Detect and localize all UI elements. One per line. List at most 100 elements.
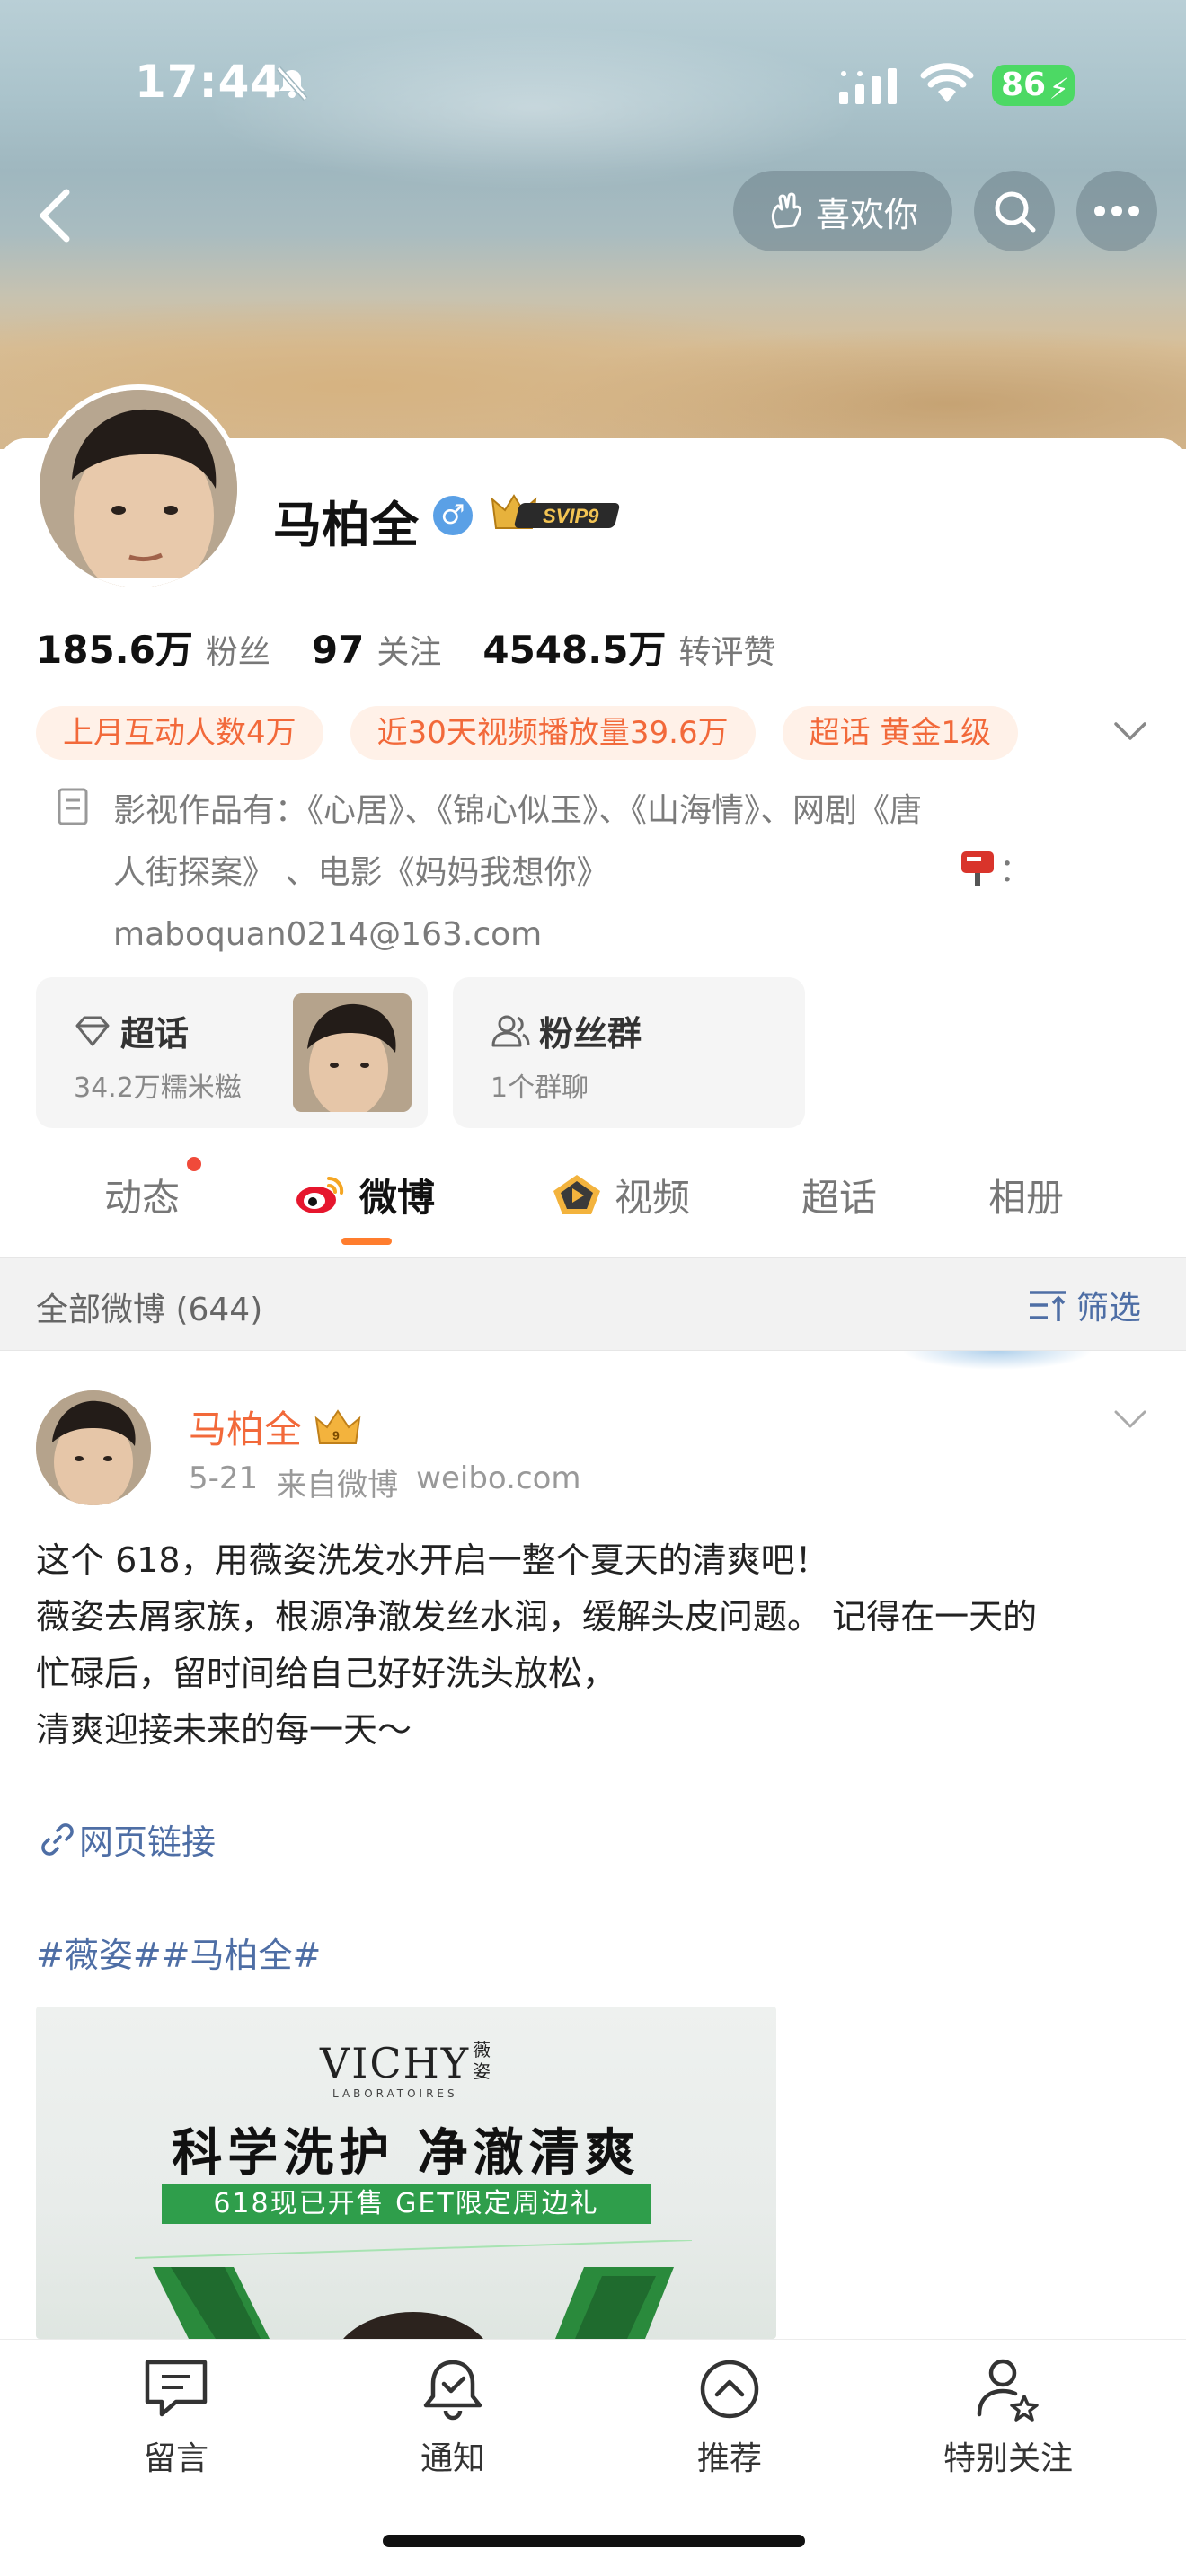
wifi-icon [920,63,974,102]
more-dots-icon [1094,206,1139,216]
avatar-photo [36,1390,151,1505]
stat-label: 关注 [376,634,442,671]
post-hashtags[interactable]: #薇姿##马柏全# [36,1928,321,1977]
super-topic-title: 超话 [74,1006,189,1055]
status-bar: 17:44 86 ⚡ [0,0,1186,171]
fan-group-title: 粉丝群 [491,1006,642,1055]
tag-video-plays[interactable]: 近30天视频播放量39.6万 [350,706,756,760]
tab-video[interactable]: 视频 [552,1159,690,1231]
post-author[interactable]: 马柏全 9 [189,1399,363,1454]
svip-badge[interactable]: SVIP9 [487,490,629,537]
video-play-icon [553,1175,600,1214]
stat-number: 4548.5万 [482,628,667,672]
bio-line: 影视作品有：《心居》、《锦心似玉》、《山海情》、网剧《唐 [113,792,923,829]
post-meta: 5-21 来自微博 weibo.com [189,1460,581,1504]
mailbox-icon [961,851,994,886]
message-bubble-icon [145,2360,208,2417]
filter-icon [1030,1291,1066,1321]
tab-super-topic[interactable]: 超话 [801,1159,877,1231]
chevron-down-icon[interactable] [1111,1403,1150,1435]
cloud-decoration [863,1351,1132,1405]
arrow-up-circle-icon [700,2360,759,2419]
bell-off-icon [276,66,308,101]
tab-album[interactable]: 相册 [988,1159,1064,1231]
nav-label: 特别关注 [943,2440,1073,2477]
svg-text:9: 9 [332,1428,340,1442]
web-link-label: 网页链接 [79,1822,217,1862]
like-you-label: 喜欢你 [815,194,918,234]
nav-special-follow[interactable]: 特别关注 [918,2353,1098,2479]
filter-button[interactable]: 筛选 [1028,1282,1141,1328]
search-icon [995,191,1036,233]
all-posts-count: 全部微博 (644) [36,1292,263,1328]
weibo-logo-icon [296,1176,344,1213]
group-users-icon [491,1015,530,1046]
like-you-button[interactable]: 喜欢你 [733,171,952,251]
profile-stats: 185.6万 粉丝 97 关注 4548.5万 转评赞 [36,620,775,675]
chevron-down-icon[interactable] [1111,715,1150,747]
stat-label: 转评赞 [678,634,776,671]
vichy-chinese-logo: 薇姿 [473,2039,491,2082]
vichy-subtitle: LABORATOIRES [332,2087,458,2100]
svip-badge-label: SVIP9 [543,505,599,527]
tab-activity[interactable]: 动态 [104,1159,180,1231]
back-arrow-icon[interactable] [22,180,93,251]
profile-name: 马柏全 [273,497,419,553]
post-author-name: 马柏全 [189,1407,303,1451]
status-time: 17:44 [135,56,283,108]
thumbnail-photo [293,993,412,1112]
tab-weibo[interactable]: 微博 [295,1159,435,1231]
battery-level: 86 [1001,66,1047,103]
filter-label: 筛选 [1076,1290,1142,1327]
nav-notify[interactable]: 通知 [363,2353,543,2479]
crown-badge-icon: 9 [314,1408,361,1444]
profile-tabs: 动态 微博 视频 超话 相册 [0,1159,1186,1257]
fan-group-card[interactable]: 粉丝群 1个群聊 [453,977,805,1128]
active-tab-indicator [341,1238,392,1245]
ad-headline: 科学洗护 净澈清爽 [172,2124,641,2183]
tab-label: 微博 [359,1175,436,1220]
more-button[interactable] [1076,171,1157,251]
post-body: 这个 618，用薇姿洗发水开启一整个夏天的清爽吧！ 薇姿去屑家族，根源净澈发丝水… [36,1532,1159,1759]
user-star-icon [977,2359,1039,2422]
tag-super-topic-level[interactable]: 超话 黄金1级 [782,706,1019,760]
nav-label: 推荐 [696,2440,762,2477]
post-text-line: 薇姿去屑家族，根源净澈发丝水润，缓解头皮问题。 记得在一天的 [36,1597,1038,1636]
charging-bolt-icon: ⚡ [1049,72,1069,106]
web-link[interactable]: 网页链接 [40,1814,216,1864]
notification-dot [187,1157,201,1171]
post-date: 5-21 [189,1460,259,1496]
home-indicator [383,2535,805,2547]
ad-promo-banner: 618现已开售 GET限定周边礼 [162,2184,651,2224]
stat-engagement[interactable]: 4548.5万 转评赞 [482,620,775,675]
diamond-icon [75,1016,110,1045]
tag-interaction[interactable]: 上月互动人数4万 [36,706,323,760]
tab-label: 动态 [104,1175,181,1220]
stat-number: 97 [311,628,365,672]
nav-comment[interactable]: 留言 [86,2353,266,2479]
post-author-avatar[interactable] [36,1390,151,1505]
fan-group-label: 粉丝群 [539,1014,642,1054]
tab-label: 超话 [801,1175,878,1220]
tab-label: 视频 [615,1175,691,1220]
nav-recommend[interactable]: 推荐 [640,2353,819,2479]
super-topic-thumbnail [293,993,412,1112]
profile-tags: 上月互动人数4万 近30天视频播放量39.6万 超话 黄金1级 [36,706,1019,760]
bio-email: maboquan0214@163.com [113,916,543,953]
filter-bar: 全部微博 (644) 筛选 [0,1257,1186,1351]
post-text-line: 清爽迎接未来的每一天～ [36,1710,412,1750]
search-button[interactable] [974,171,1055,251]
post-text-line: 这个 618，用薇姿洗发水开启一整个夏天的清爽吧！ [36,1540,829,1580]
stat-label: 粉丝 [205,634,270,671]
post-image[interactable]: VICHY 薇姿 LABORATOIRES 科学洗护 净澈清爽 618现已开售 … [36,2007,776,2339]
stat-followers[interactable]: 185.6万 粉丝 [36,620,270,675]
super-topic-card[interactable]: 超话 34.2万糯米糍 [36,977,428,1128]
vichy-logo: VICHY [320,2039,471,2087]
green-v-graphic [135,2240,692,2339]
profile-avatar[interactable] [34,384,243,593]
post-source: 来自微博 [276,1468,399,1504]
nav-label: 通知 [420,2440,485,2477]
post-source-domain: weibo.com [416,1460,581,1496]
stat-following[interactable]: 97 关注 [312,626,441,673]
super-topic-count: 34.2万糯米糍 [74,1072,242,1104]
